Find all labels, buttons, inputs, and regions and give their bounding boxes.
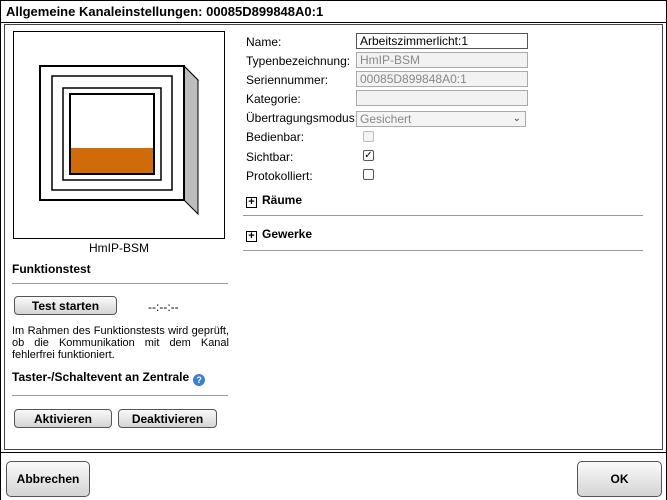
rooms-label: Räume — [262, 193, 303, 207]
taster-title: Taster-/Schaltevent an Zentrale? — [12, 370, 206, 386]
taster-title-text: Taster-/Schaltevent an Zentrale — [12, 370, 190, 384]
wall-switch-actuator-icon — [38, 64, 200, 216]
funktionstest-description: Im Rahmen des Funktionstests wird geprüf… — [12, 325, 229, 361]
operable-label: Bedienbar: — [246, 130, 305, 144]
chevron-down-icon: ⌄ — [512, 113, 521, 124]
mode-label: Übertragungsmodus: — [246, 111, 359, 125]
rooms-expander[interactable]: + Räume — [246, 193, 302, 208]
expand-icon: + — [246, 231, 257, 242]
cancel-button[interactable]: Abbrechen — [6, 461, 90, 497]
mode-select: Gesichert ⌄ — [356, 111, 526, 127]
mode-select-value: Gesichert — [360, 112, 412, 126]
dialog-content: HmIP-BSM Funktionstest Test starten --:-… — [4, 24, 663, 450]
name-input[interactable] — [356, 33, 528, 49]
start-test-button[interactable]: Test starten — [14, 296, 117, 315]
help-icon[interactable]: ? — [193, 374, 206, 386]
divider — [12, 283, 228, 284]
activate-button[interactable]: Aktivieren — [14, 409, 112, 428]
ok-button[interactable]: OK — [577, 461, 662, 497]
divider — [243, 250, 643, 251]
type-label: Typenbezeichnung: — [246, 54, 351, 68]
category-field — [356, 90, 528, 106]
logged-checkbox[interactable] — [363, 169, 374, 180]
visible-checkbox[interactable]: ✓ — [363, 150, 374, 161]
device-image — [13, 31, 225, 239]
expand-icon: + — [246, 197, 257, 208]
dialog-footer: Abbrechen OK — [1, 452, 666, 500]
deactivate-button[interactable]: Deaktivieren — [118, 409, 217, 428]
device-type-caption: HmIP-BSM — [89, 241, 149, 255]
visible-label: Sichtbar: — [246, 150, 294, 164]
channel-settings-dialog: Allgemeine Kanaleinstellungen: 00085D899… — [0, 0, 667, 500]
name-label: Name: — [246, 35, 282, 49]
divider — [243, 215, 643, 216]
trades-label: Gewerke — [262, 227, 313, 241]
logged-label: Protokolliert: — [246, 169, 313, 183]
dialog-title: Allgemeine Kanaleinstellungen: 00085D899… — [1, 1, 666, 23]
category-label: Kategorie: — [246, 92, 301, 106]
divider — [12, 395, 228, 396]
serial-field: 00085D899848A0:1 — [356, 71, 528, 87]
funktionstest-title: Funktionstest — [12, 262, 91, 276]
trades-expander[interactable]: + Gewerke — [246, 227, 312, 242]
operable-checkbox — [363, 131, 374, 142]
type-field: HmIP-BSM — [356, 52, 528, 68]
test-status: --:--:-- — [148, 300, 179, 314]
serial-label: Seriennummer: — [246, 73, 329, 87]
